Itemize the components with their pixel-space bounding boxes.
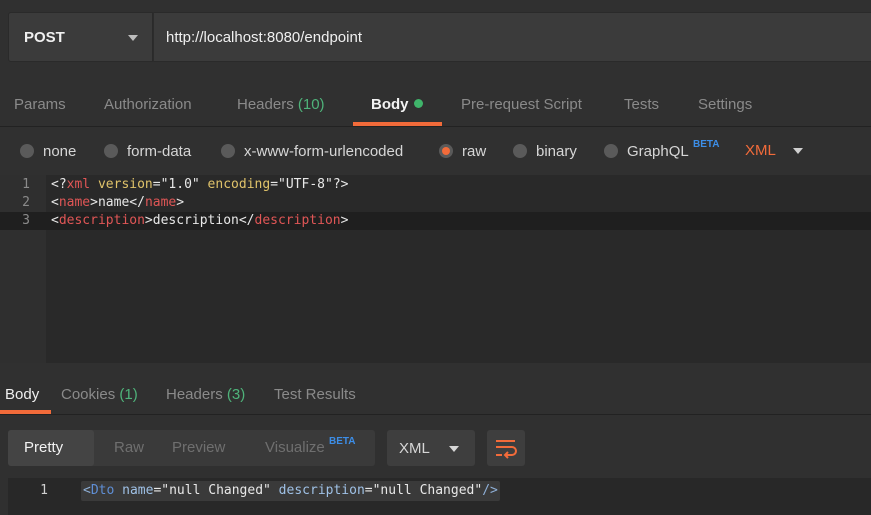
response-body-viewer[interactable]: 1 <Dto name="null Changed" description="… bbox=[8, 478, 871, 515]
tab-authorization[interactable]: Authorization bbox=[104, 96, 192, 113]
tab-label: Headers bbox=[166, 386, 223, 403]
tab-label: Body bbox=[5, 386, 40, 403]
radio-circle bbox=[513, 144, 527, 158]
chevron-down-icon bbox=[128, 35, 138, 41]
line-number: 2 bbox=[22, 195, 30, 210]
radio-label: binary bbox=[536, 143, 577, 160]
response-view-mode-group: Pretty Raw Preview Visualize bbox=[8, 430, 375, 466]
radio-circle bbox=[221, 144, 235, 158]
tab-count: (1) bbox=[119, 386, 138, 403]
active-response-tab-indicator bbox=[0, 410, 51, 414]
language-dropdown[interactable]: XML bbox=[745, 142, 776, 159]
line-number: 1 bbox=[22, 177, 30, 192]
radio-label: x-www-form-urlencoded bbox=[244, 143, 404, 160]
format-label: XML bbox=[399, 440, 430, 457]
editor-line: 2 <name>name</name> bbox=[0, 194, 871, 212]
tab-label: Test Results bbox=[274, 386, 356, 403]
line-number: 3 bbox=[22, 213, 30, 228]
response-tabs: Body Cookies (1) Headers (3) Test Result… bbox=[0, 373, 871, 415]
wrap-lines-button[interactable] bbox=[487, 430, 525, 466]
tab-response-headers[interactable]: Headers (3) bbox=[166, 386, 245, 403]
radio-label: none bbox=[43, 143, 77, 160]
tab-test-results[interactable]: Test Results bbox=[274, 386, 356, 403]
tab-label: Tests bbox=[624, 96, 660, 113]
radio-raw[interactable]: raw bbox=[439, 143, 486, 160]
visualize-button[interactable]: Visualize bbox=[249, 430, 341, 466]
radio-x-www-form-urlencoded[interactable]: x-www-form-urlencoded bbox=[221, 143, 403, 160]
chevron-down-icon bbox=[449, 446, 459, 452]
editor-line-current: 3 <description>description</description> bbox=[0, 212, 871, 230]
line-code: <description>description</description> bbox=[51, 213, 349, 228]
tab-label: Cookies bbox=[61, 386, 116, 403]
tab-label: Params bbox=[14, 96, 66, 113]
request-url-bar: POST bbox=[0, 0, 871, 76]
raw-button[interactable]: Raw bbox=[98, 430, 160, 466]
response-format-dropdown[interactable]: XML bbox=[387, 430, 475, 466]
radio-none[interactable]: none bbox=[20, 143, 76, 160]
radio-binary[interactable]: binary bbox=[513, 143, 577, 160]
response-line: 1 <Dto name="null Changed" description="… bbox=[8, 481, 871, 501]
tab-settings[interactable]: Settings bbox=[698, 96, 752, 113]
radio-label: form-data bbox=[127, 143, 192, 160]
radio-graphql[interactable]: GraphQL bbox=[604, 143, 689, 160]
tab-label: Headers bbox=[237, 96, 294, 113]
tab-pre-request-script[interactable]: Pre-request Script bbox=[461, 96, 582, 113]
method-label: POST bbox=[24, 29, 65, 46]
tab-cookies[interactable]: Cookies (1) bbox=[61, 386, 138, 403]
tab-label: Settings bbox=[698, 96, 753, 113]
active-tab-indicator bbox=[353, 122, 442, 126]
tab-headers[interactable]: Headers (10) bbox=[237, 96, 325, 113]
tab-body[interactable]: Body bbox=[371, 96, 423, 113]
line-number: 1 bbox=[40, 483, 48, 498]
request-tabs: Params Authorization Headers (10) Body P… bbox=[0, 84, 871, 127]
modified-dot-icon bbox=[413, 99, 423, 108]
wrap-lines-icon bbox=[496, 440, 517, 459]
radio-form-data[interactable]: form-data bbox=[104, 143, 191, 160]
tab-response-body[interactable]: Body bbox=[5, 386, 39, 403]
radio-circle bbox=[104, 144, 118, 158]
tab-label: Authorization bbox=[104, 96, 192, 113]
radio-circle bbox=[20, 144, 34, 158]
radio-circle-checked bbox=[439, 144, 453, 158]
visualize-beta-badge: BETA bbox=[329, 436, 356, 447]
preview-button[interactable]: Preview bbox=[156, 430, 241, 466]
tab-label: Pre-request Script bbox=[461, 96, 582, 113]
tab-count: (10) bbox=[297, 96, 325, 113]
radio-label: GraphQL bbox=[627, 143, 689, 160]
tab-params[interactable]: Params bbox=[14, 96, 66, 113]
url-input[interactable] bbox=[153, 12, 871, 62]
body-type-selector: none form-data x-www-form-urlencoded raw… bbox=[0, 128, 871, 175]
line-code: <?xml version="1.0" encoding="UTF-8"?> bbox=[51, 177, 349, 192]
request-body-editor[interactable]: 1 <?xml version="1.0" encoding="UTF-8"?>… bbox=[0, 175, 871, 363]
chevron-down-icon[interactable] bbox=[793, 148, 803, 154]
radio-label: raw bbox=[462, 143, 487, 160]
method-dropdown[interactable]: POST bbox=[8, 12, 153, 62]
tab-label: Body bbox=[371, 96, 409, 113]
graphql-beta-badge: BETA bbox=[693, 139, 720, 150]
tab-tests[interactable]: Tests bbox=[624, 96, 659, 113]
pretty-button[interactable]: Pretty bbox=[8, 430, 94, 466]
tab-count: (3) bbox=[226, 386, 246, 403]
editor-line: 1 <?xml version="1.0" encoding="UTF-8"?> bbox=[0, 176, 871, 194]
response-code: <Dto name="null Changed" description="nu… bbox=[81, 481, 500, 501]
radio-circle bbox=[604, 144, 618, 158]
line-code: <name>name</name> bbox=[51, 195, 185, 210]
